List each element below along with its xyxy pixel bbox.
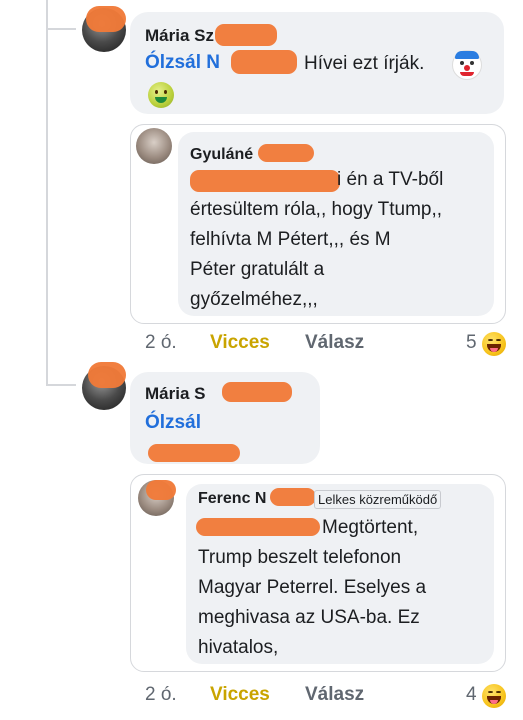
thread-line xyxy=(46,0,48,385)
reaction-button[interactable]: Vicces xyxy=(210,684,270,705)
redaction xyxy=(215,24,277,46)
comment-author[interactable]: Mária Sz xyxy=(145,26,214,46)
quoted-text-line: hivatalos, xyxy=(198,637,279,658)
redaction xyxy=(196,518,320,536)
comment-text: Hívei ezt írják. xyxy=(304,53,425,74)
comment-actions: 2 ó. xyxy=(145,332,177,354)
timestamp[interactable]: 2 ó. xyxy=(145,684,177,705)
reply-button[interactable]: Válasz xyxy=(305,684,364,705)
quoted-text-line: meghivasa az USA-ba. Ez xyxy=(198,607,420,628)
reply-button[interactable]: Válasz xyxy=(305,332,364,353)
clown-face-icon xyxy=(452,50,482,80)
redaction xyxy=(222,382,292,402)
quoted-author[interactable]: Ferenc N xyxy=(198,490,266,508)
redaction xyxy=(86,6,126,32)
redaction xyxy=(190,170,340,192)
reaction-count[interactable]: 4 xyxy=(466,684,477,706)
reaction-button[interactable]: Vicces xyxy=(210,332,270,353)
comment-author[interactable]: Mária S xyxy=(145,384,205,404)
redaction xyxy=(231,50,297,74)
thread-branch xyxy=(46,384,76,386)
quoted-text-line: Megtörtent, xyxy=(322,517,419,538)
nauseated-face-icon xyxy=(148,82,174,108)
timestamp[interactable]: 2 ó. xyxy=(145,332,177,353)
quoted-text-line: értesültem róla,, hogy Ttump,, xyxy=(190,199,443,220)
redaction xyxy=(88,362,126,388)
quoted-text-line: győzelméhez,,, xyxy=(190,289,318,310)
contributor-badge: Lelkes közreműködő xyxy=(314,490,442,509)
quoted-text-line: i én a TV-ből xyxy=(337,169,444,190)
redaction xyxy=(146,480,176,500)
reaction-count[interactable]: 5 xyxy=(466,332,477,354)
mention-link[interactable]: Ólzsál xyxy=(145,412,201,434)
redaction xyxy=(258,144,314,162)
redaction xyxy=(270,488,316,506)
quoted-text-line: Magyar Peterrel. Eselyes a xyxy=(198,577,427,598)
redaction xyxy=(148,444,240,462)
laughing-face-icon[interactable] xyxy=(482,332,506,356)
quoted-text-line: Trump beszelt telefonon xyxy=(198,547,402,568)
quoted-author[interactable]: Gyuláné xyxy=(190,146,253,164)
avatar[interactable] xyxy=(136,128,172,164)
quoted-text-line: Péter gratulált a xyxy=(190,259,325,280)
laughing-face-icon[interactable] xyxy=(482,684,506,708)
quoted-text-line: felhívta M Pétert,,, és M xyxy=(190,229,391,250)
thread-branch xyxy=(46,28,76,30)
mention-link[interactable]: Ólzsál N xyxy=(145,52,220,74)
